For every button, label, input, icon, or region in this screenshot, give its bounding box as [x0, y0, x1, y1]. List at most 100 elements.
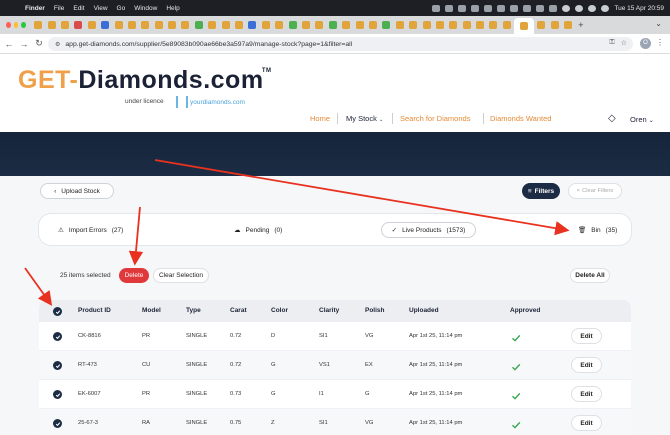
bookmark-star-icon[interactable]: ☆ [621, 39, 627, 47]
column-header[interactable]: Approved [510, 307, 540, 314]
menu-file[interactable]: File [54, 5, 64, 12]
spotlight-icon[interactable] [575, 4, 584, 12]
browser-tab[interactable] [434, 19, 446, 31]
edit-button[interactable]: Edit [571, 357, 602, 373]
row-checkbox[interactable] [53, 390, 62, 399]
browser-tab[interactable] [380, 19, 392, 31]
menu-clock[interactable]: Tue 15 Apr 20:59 [614, 5, 664, 12]
table-row[interactable]: 25-67-3 RA SINGLE 0.75 Z SI1 VG Apr 1st 25, 11:… [39, 409, 631, 435]
zoom-window-icon[interactable] [21, 22, 27, 28]
column-header[interactable]: Product ID [78, 307, 111, 314]
browser-tab[interactable] [514, 18, 535, 34]
browser-tab[interactable] [166, 19, 178, 31]
edit-button[interactable]: Edit [571, 386, 602, 402]
browser-tab[interactable] [300, 19, 312, 31]
bin-tab[interactable]: 🗑 Bin (35) [578, 222, 617, 238]
forward-icon[interactable]: → [18, 39, 30, 49]
browser-tab[interactable] [45, 19, 57, 31]
clear-selection-button[interactable]: Clear Selection [153, 268, 209, 283]
browser-tab[interactable] [246, 19, 258, 31]
menu-go[interactable]: Go [117, 5, 126, 12]
column-header[interactable]: Clarity [319, 307, 339, 314]
column-header[interactable]: Type [186, 307, 201, 314]
row-checkbox[interactable] [53, 332, 62, 341]
control-icon[interactable] [497, 4, 506, 12]
row-checkbox[interactable] [53, 419, 62, 428]
column-header[interactable]: Uploaded [409, 307, 439, 314]
user-menu[interactable]: Oren ⌄ [630, 115, 654, 124]
cloud-icon[interactable] [471, 4, 480, 12]
address-bar[interactable]: ⚙ app.get-diamonds.com/supplier/5e89083b… [48, 37, 633, 51]
browser-tab[interactable] [327, 19, 339, 31]
column-header[interactable]: Color [271, 307, 288, 314]
reload-icon[interactable]: ↻ [33, 38, 45, 49]
browser-tab[interactable] [86, 19, 98, 31]
new-tab-icon[interactable]: + [578, 20, 583, 30]
row-checkbox[interactable] [53, 361, 62, 370]
camera-icon[interactable] [432, 4, 441, 12]
back-icon[interactable]: ← [3, 39, 15, 49]
menu-edit[interactable]: Edit [73, 5, 84, 12]
live-products-tab[interactable]: ✓ Live Products (1573) [381, 222, 476, 238]
browser-tab[interactable] [487, 19, 499, 31]
browser-tab[interactable] [72, 19, 84, 31]
close-window-icon[interactable] [6, 22, 11, 28]
pending-tab[interactable]: ☁ Pending (0) [234, 222, 282, 238]
tab-search-icon[interactable]: ⌄ [655, 19, 662, 28]
browser-tab[interactable] [126, 19, 138, 31]
battery-icon[interactable] [549, 4, 558, 12]
siri-icon[interactable] [601, 4, 610, 12]
browser-tab[interactable] [562, 19, 574, 31]
site-info-icon[interactable]: ⚙ [55, 41, 60, 48]
browser-tab[interactable] [447, 19, 459, 31]
menu-window[interactable]: Window [134, 5, 157, 12]
browser-tab[interactable] [353, 19, 365, 31]
headphones-icon[interactable] [510, 4, 519, 12]
site-logo[interactable]: GET-Diamonds.com TM [18, 66, 271, 95]
browser-tab[interactable] [219, 19, 231, 31]
control-center-icon[interactable] [588, 4, 597, 12]
select-all-checkbox[interactable] [53, 307, 62, 316]
delete-all-button[interactable]: Delete All [570, 268, 610, 283]
upload-stock-button[interactable]: ‹ Upload Stock [40, 183, 114, 199]
table-row[interactable]: EK-6007 PR SINGLE 0.73 G I1 G Apr 1st 25, 11:14… [39, 380, 631, 409]
edit-button[interactable]: Edit [571, 328, 602, 344]
browser-tab[interactable] [153, 19, 165, 31]
dropbox-icon[interactable] [458, 4, 467, 12]
nav-home[interactable]: Home [310, 114, 330, 123]
browser-tab[interactable] [206, 19, 218, 31]
record-icon[interactable] [445, 4, 454, 12]
browser-tab[interactable] [394, 19, 406, 31]
menu-view[interactable]: View [94, 5, 108, 12]
column-header[interactable]: Carat [230, 307, 247, 314]
nav-search-diamonds[interactable]: Search for Diamonds [400, 114, 470, 123]
menu-app-name[interactable]: Finder [25, 5, 45, 12]
browser-tab[interactable] [193, 19, 205, 31]
clear-filters-button[interactable]: × Clear Filters [568, 183, 622, 199]
menu-help[interactable]: Help [166, 5, 179, 12]
diamond-icon[interactable]: ◇ [608, 113, 616, 124]
profile-avatar[interactable]: O [640, 38, 651, 49]
browser-menu-icon[interactable]: ⋮ [656, 38, 664, 47]
browser-tab[interactable] [139, 19, 151, 31]
browser-tab[interactable] [548, 19, 560, 31]
browser-tab[interactable] [59, 19, 71, 31]
browser-tab[interactable] [273, 19, 285, 31]
import-errors-tab[interactable]: ⚠ Import Errors (27) [58, 222, 123, 238]
browser-tab[interactable] [99, 19, 111, 31]
browser-tab[interactable] [367, 19, 379, 31]
browser-tab[interactable] [179, 19, 191, 31]
browser-tab[interactable] [32, 19, 44, 31]
column-header[interactable]: Polish [365, 307, 385, 314]
url-text[interactable]: app.get-diamonds.com/supplier/5e89083b09… [65, 41, 352, 48]
browser-tab[interactable] [286, 19, 298, 31]
browser-tab[interactable] [461, 19, 473, 31]
keyboard-icon[interactable] [536, 4, 545, 12]
browser-tab[interactable] [233, 19, 245, 31]
password-key-icon[interactable]: ⚿ [609, 39, 614, 47]
table-row[interactable]: CK-8816 PR SINGLE 0.72 D SI1 VG Apr 1st 25, 11:… [39, 322, 631, 351]
filters-button[interactable]: ≡ Filters [522, 183, 560, 199]
browser-tab[interactable] [501, 19, 513, 31]
gauge-icon[interactable] [484, 4, 493, 12]
table-row[interactable]: RT-473 CU SINGLE 0.72 G VS1 EX Apr 1st 25, 11:1… [39, 351, 631, 380]
